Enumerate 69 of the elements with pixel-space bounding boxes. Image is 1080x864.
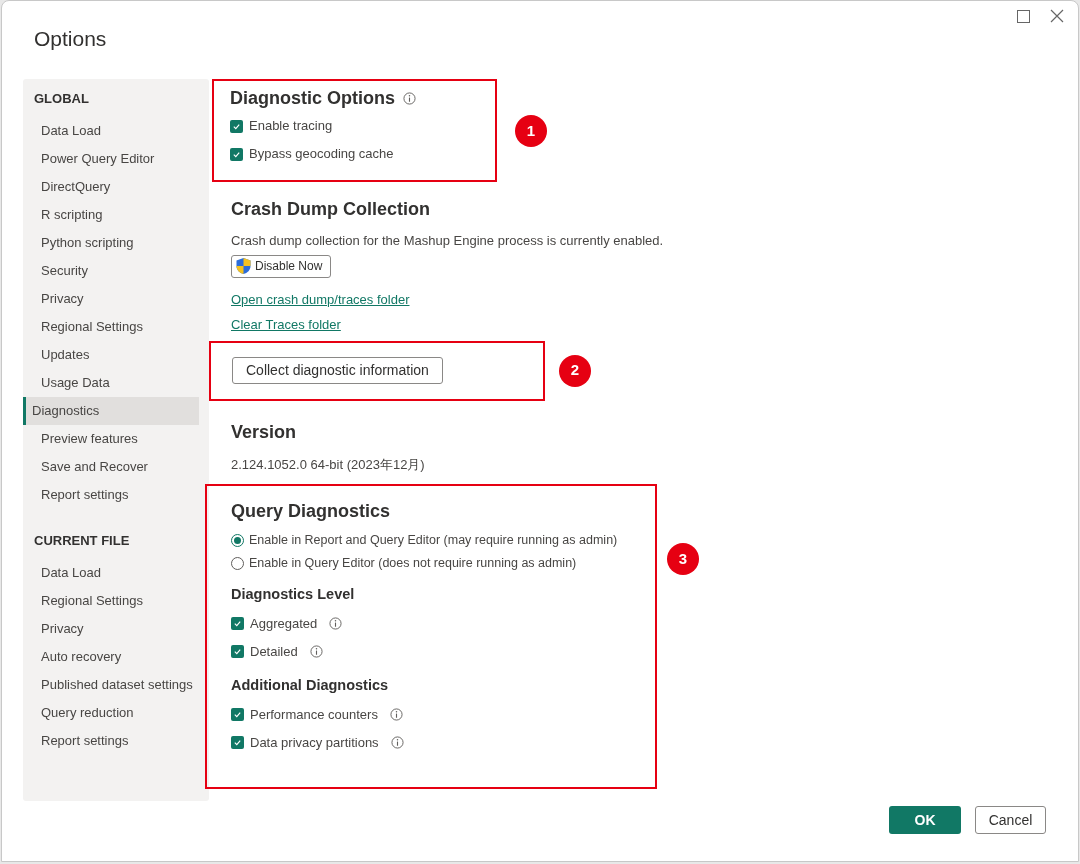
- section-heading: Diagnostic Options: [230, 86, 395, 110]
- sidebar-item[interactable]: Diagnostics: [23, 397, 199, 425]
- maximize-icon[interactable]: [1017, 9, 1030, 23]
- ok-button[interactable]: OK: [889, 806, 961, 834]
- info-icon: [309, 645, 323, 659]
- subsection-heading: Additional Diagnostics: [231, 675, 390, 695]
- sidebar-heading: CURRENT FILE: [33, 532, 131, 551]
- checkbox[interactable]: [231, 708, 244, 721]
- checkbox[interactable]: [231, 736, 244, 749]
- section-heading: Crash Dump Collection: [231, 198, 432, 221]
- version-text: 2.124.1052.0 64-bit (2023年12月): [231, 455, 426, 474]
- checkbox-label: Aggregated: [250, 615, 318, 633]
- subsection-heading: Diagnostics Level: [231, 585, 356, 604]
- radio-label: Enable in Query Editor (does not require running as admin): [249, 555, 577, 573]
- shield-icon: [235, 257, 252, 275]
- check-icon: [233, 710, 242, 719]
- link[interactable]: Open crash dump/traces folder: [231, 289, 410, 309]
- sidebar-item[interactable]: Save and Recover: [23, 453, 209, 481]
- checkbox[interactable]: [230, 147, 243, 161]
- callout-badge: 2: [559, 354, 591, 387]
- sidebar-item[interactable]: Regional Settings: [23, 313, 209, 341]
- sidebar-item[interactable]: R scripting: [23, 201, 209, 229]
- section-heading: Version: [231, 420, 298, 444]
- close-icon[interactable]: [1050, 9, 1064, 23]
- section-heading: Query Diagnostics: [231, 500, 392, 523]
- info-icon: [329, 617, 343, 631]
- check-icon: [232, 149, 241, 159]
- checkbox-label: Performance counters: [250, 705, 378, 724]
- sidebar-item[interactable]: Privacy: [23, 615, 209, 643]
- info-icon: [390, 736, 404, 749]
- disable-now-button[interactable]: Disable Now: [231, 254, 332, 278]
- check-icon: [232, 121, 241, 131]
- info-icon: [389, 708, 403, 721]
- sidebar-item[interactable]: DirectQuery: [23, 173, 209, 201]
- checkbox-label: Bypass geocoding cache: [249, 145, 394, 164]
- checkbox[interactable]: [231, 617, 244, 631]
- sidebar-item[interactable]: Security: [23, 257, 209, 285]
- collect-button[interactable]: Collect diagnostic information: [232, 357, 443, 384]
- sidebar-item[interactable]: Published dataset settings: [23, 671, 209, 699]
- sidebar-item[interactable]: Query reduction: [23, 699, 209, 727]
- sidebar-item[interactable]: Python scripting: [23, 229, 209, 257]
- sidebar-item[interactable]: Power Query Editor: [23, 145, 209, 173]
- sidebar-heading: GLOBAL: [33, 90, 90, 109]
- checkbox-label: Data privacy partitions: [250, 733, 379, 752]
- sidebar-item[interactable]: Auto recovery: [23, 643, 209, 671]
- callout-badge: 3: [667, 543, 699, 575]
- window-title: Options: [34, 26, 107, 52]
- sidebar-item[interactable]: Data Load: [23, 559, 209, 587]
- check-icon: [233, 647, 242, 657]
- sidebar-item[interactable]: Report settings: [23, 727, 209, 755]
- checkbox[interactable]: [230, 119, 243, 133]
- checkbox-label: Detailed: [250, 643, 298, 661]
- radio-label: Enable in Report and Query Editor (may require running as admin): [249, 532, 618, 550]
- info-icon: [403, 91, 416, 105]
- checkbox[interactable]: [231, 645, 244, 659]
- sidebar-item[interactable]: Privacy: [23, 285, 209, 313]
- cancel-button[interactable]: Cancel: [975, 806, 1046, 834]
- link[interactable]: Clear Traces folder: [231, 315, 341, 335]
- sidebar-item[interactable]: Report settings: [23, 481, 209, 509]
- sidebar-item[interactable]: Updates: [23, 341, 209, 369]
- status-text: Crash dump collection for the Mashup Engine process is currently enabled.: [231, 232, 664, 250]
- sidebar-item[interactable]: Preview features: [23, 425, 209, 453]
- check-icon: [233, 738, 242, 747]
- callout-badge: 1: [515, 115, 547, 147]
- sidebar-item[interactable]: Data Load: [23, 117, 209, 145]
- checkbox-label: Enable tracing: [249, 117, 333, 136]
- check-icon: [233, 619, 242, 629]
- sidebar-item[interactable]: Usage Data: [23, 369, 209, 397]
- sidebar-item[interactable]: Regional Settings: [23, 587, 209, 615]
